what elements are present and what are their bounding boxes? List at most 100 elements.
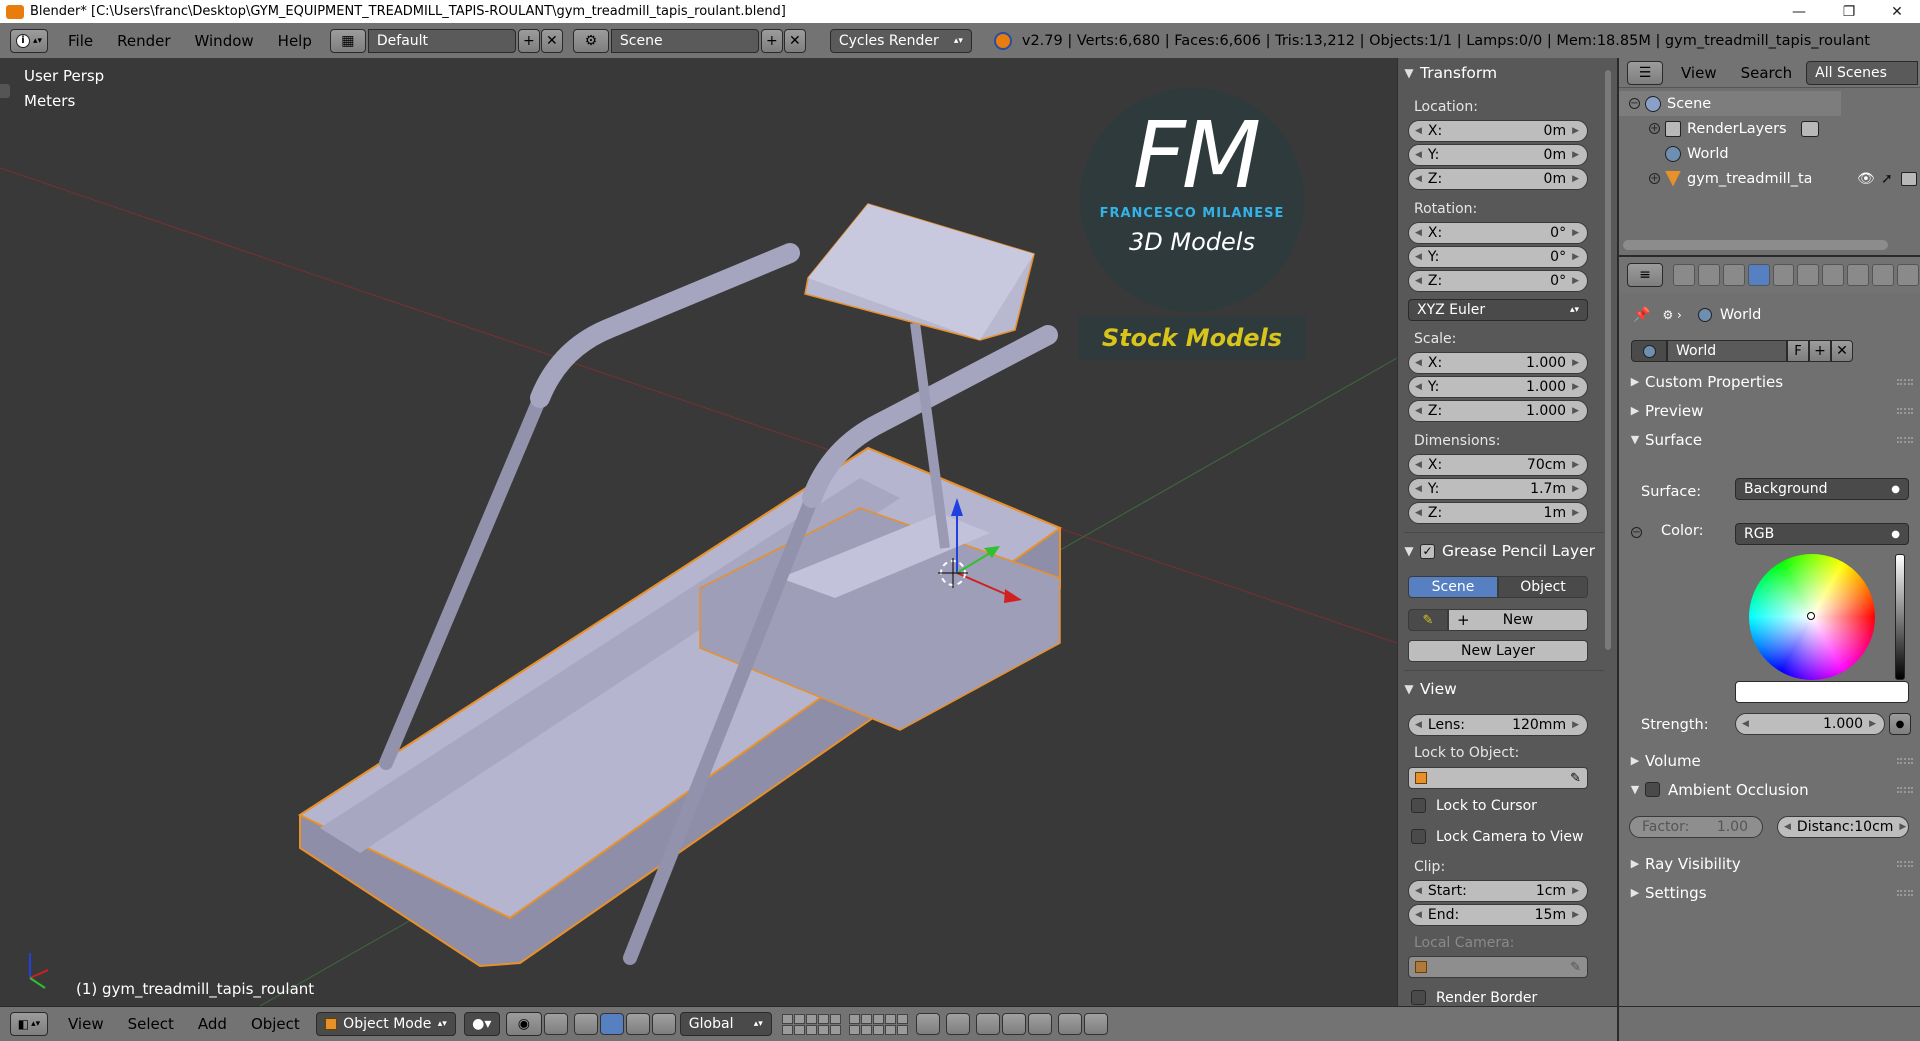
material-tab-icon[interactable]: [1872, 264, 1895, 286]
proportional-editing-icon[interactable]: [945, 1013, 970, 1035]
outliner-search-menu[interactable]: Search: [1729, 64, 1805, 82]
outliner-item-treadmill[interactable]: + gym_treadmill_tapis_roulant 👁 ➚: [1619, 166, 1920, 191]
object-tab-icon[interactable]: [1772, 264, 1795, 286]
toolshelf-toggle[interactable]: [0, 84, 10, 98]
lens-field[interactable]: ◀ Lens: 120mm ▶: [1408, 714, 1588, 736]
outliner-view-menu[interactable]: View: [1669, 64, 1729, 82]
scale-y-field[interactable]: ◀ Y: 1.000 ▶: [1408, 376, 1588, 398]
shelf-scrollbar[interactable]: [1605, 70, 1611, 650]
new-layer-button[interactable]: New Layer: [1408, 640, 1588, 662]
3d-viewport[interactable]: FM FRANCESCO MILANESE 3D Models Stock Mo…: [0, 58, 1397, 1006]
opengl-render-icon[interactable]: [1057, 1013, 1082, 1035]
editor-type-button[interactable]: i ▴▾: [10, 28, 48, 53]
new-world-icon[interactable]: +: [1809, 340, 1831, 362]
interaction-mode-dropdown[interactable]: Object Mode ▴▾: [315, 1012, 456, 1036]
location-x-field[interactable]: ◀ X: 0m ▶: [1408, 120, 1588, 142]
camera-render-icon[interactable]: [1901, 171, 1917, 186]
fake-user-button[interactable]: F: [1787, 340, 1809, 362]
transform-panel-header[interactable]: ▼ Transform: [1398, 60, 1603, 86]
value-slider[interactable]: [1895, 554, 1905, 680]
location-y-field[interactable]: ◀ Y: 0m ▶: [1408, 144, 1588, 166]
rotation-z-field[interactable]: ◀ Z: 0° ▶: [1408, 270, 1588, 292]
strength-link-icon[interactable]: ●: [1889, 713, 1911, 735]
menu-add[interactable]: Add: [186, 1015, 239, 1033]
local-camera-field[interactable]: ✎: [1408, 956, 1588, 978]
dimensions-z-field[interactable]: ◀ Z: 1m ▶: [1408, 502, 1588, 524]
lock-to-cursor-checkbox[interactable]: [1411, 798, 1426, 813]
settings-section[interactable]: ▶ Settings: [1625, 879, 1915, 906]
screen-layout-icon[interactable]: ▦: [329, 28, 366, 53]
scale-z-field[interactable]: ◀ Z: 1.000 ▶: [1408, 400, 1588, 422]
drag-handle-icon[interactable]: [1897, 889, 1913, 896]
view3d-editor-type-button[interactable]: ◧ ▴▾: [10, 1012, 48, 1036]
drag-handle-icon[interactable]: [1897, 860, 1913, 867]
drag-handle-icon[interactable]: [1897, 786, 1913, 793]
rotate-manipulator-icon[interactable]: [625, 1013, 650, 1035]
menu-view[interactable]: View: [56, 1015, 116, 1033]
color-picker-cursor[interactable]: [1807, 612, 1815, 620]
minimize-button[interactable]: —: [1776, 0, 1822, 23]
menu-file[interactable]: File: [56, 32, 105, 50]
snap-element-icon[interactable]: [1001, 1013, 1026, 1035]
eyedropper-icon[interactable]: ✎: [1570, 771, 1581, 786]
outliner-item-world[interactable]: World: [1619, 141, 1920, 166]
remove-screen-icon[interactable]: ✕: [540, 28, 563, 53]
expand-toggle-icon[interactable]: +: [1649, 123, 1660, 134]
clip-start-field[interactable]: ◀ Start: 1cm ▶: [1408, 880, 1588, 902]
menu-help[interactable]: Help: [266, 32, 324, 50]
menu-render[interactable]: Render: [105, 32, 182, 50]
lock-to-object-field[interactable]: ✎: [1408, 767, 1588, 789]
drag-handle-icon[interactable]: [1897, 757, 1913, 764]
pivot-point-dropdown[interactable]: ◉: [505, 1012, 542, 1036]
grease-pencil-new-button[interactable]: + New: [1448, 609, 1588, 631]
color-unlink-icon[interactable]: −: [1631, 527, 1642, 538]
grease-pencil-scene-tab[interactable]: Scene: [1408, 576, 1498, 598]
render-engine-dropdown[interactable]: Cycles Render ▴▾: [829, 28, 972, 53]
preview-section[interactable]: ▶ Preview: [1625, 397, 1915, 424]
constraints-tab-icon[interactable]: [1797, 264, 1820, 286]
texture-tab-icon[interactable]: [1897, 264, 1920, 286]
maximize-button[interactable]: ❐: [1826, 0, 1872, 23]
snap-icon[interactable]: [543, 1013, 568, 1035]
unlink-world-icon[interactable]: ✕: [1831, 340, 1853, 362]
clip-end-field[interactable]: ◀ End: 15m ▶: [1408, 904, 1588, 926]
translate-manipulator-icon[interactable]: [599, 1013, 624, 1035]
surface-shader-dropdown[interactable]: Background ●: [1735, 478, 1909, 500]
snap-target-icon[interactable]: [1027, 1013, 1052, 1035]
outliner-item-scene[interactable]: − Scene: [1619, 91, 1841, 116]
add-screen-icon[interactable]: +: [517, 28, 540, 53]
expand-toggle-icon[interactable]: +: [1649, 173, 1660, 184]
outliner-item-renderlayers[interactable]: + RenderLayers: [1619, 116, 1920, 141]
world-tab-icon[interactable]: [1747, 264, 1770, 286]
pin-icon[interactable]: 📌: [1633, 307, 1650, 323]
eye-icon[interactable]: 👁: [1857, 171, 1875, 187]
render-layers-tab-icon[interactable]: [1697, 264, 1720, 286]
manipulator-toggle-icon[interactable]: [573, 1013, 598, 1035]
snap-toggle-icon[interactable]: [975, 1013, 1000, 1035]
grease-pencil-object-tab[interactable]: Object: [1498, 576, 1588, 598]
drag-handle-icon[interactable]: [1897, 378, 1913, 385]
ray-visibility-section[interactable]: ▶ Ray Visibility: [1625, 850, 1915, 877]
remove-scene-icon[interactable]: ✕: [783, 28, 806, 53]
world-name-field[interactable]: World: [1667, 340, 1787, 362]
properties-editor-type-button[interactable]: ≡: [1627, 263, 1663, 287]
layers-grid-2[interactable]: [848, 1013, 908, 1035]
opengl-animation-icon[interactable]: [1083, 1013, 1108, 1035]
transform-orientation-dropdown[interactable]: Global ▴▾: [679, 1012, 772, 1036]
drag-handle-icon[interactable]: [1897, 407, 1913, 414]
outliner-scrollbar[interactable]: [1623, 240, 1888, 250]
lock-camera-to-view-checkbox[interactable]: [1411, 829, 1426, 844]
data-tab-icon[interactable]: [1847, 264, 1870, 286]
render-border-checkbox[interactable]: [1411, 990, 1426, 1005]
scene-tab-icon[interactable]: [1722, 264, 1745, 286]
add-scene-icon[interactable]: +: [760, 28, 783, 53]
rotation-mode-dropdown[interactable]: XYZ Euler ▴▾: [1408, 299, 1588, 321]
screen-layout-field[interactable]: Default: [367, 28, 516, 53]
custom-properties-section[interactable]: ▶ Custom Properties: [1625, 368, 1915, 395]
dimensions-x-field[interactable]: ◀ X: 70cm ▶: [1408, 454, 1588, 476]
scene-field[interactable]: Scene: [610, 28, 759, 53]
modifiers-tab-icon[interactable]: [1822, 264, 1845, 286]
scale-manipulator-icon[interactable]: [651, 1013, 676, 1035]
collapse-toggle-icon[interactable]: −: [1629, 98, 1640, 109]
strength-field[interactable]: ◀ 1.000 ▶: [1735, 713, 1885, 735]
